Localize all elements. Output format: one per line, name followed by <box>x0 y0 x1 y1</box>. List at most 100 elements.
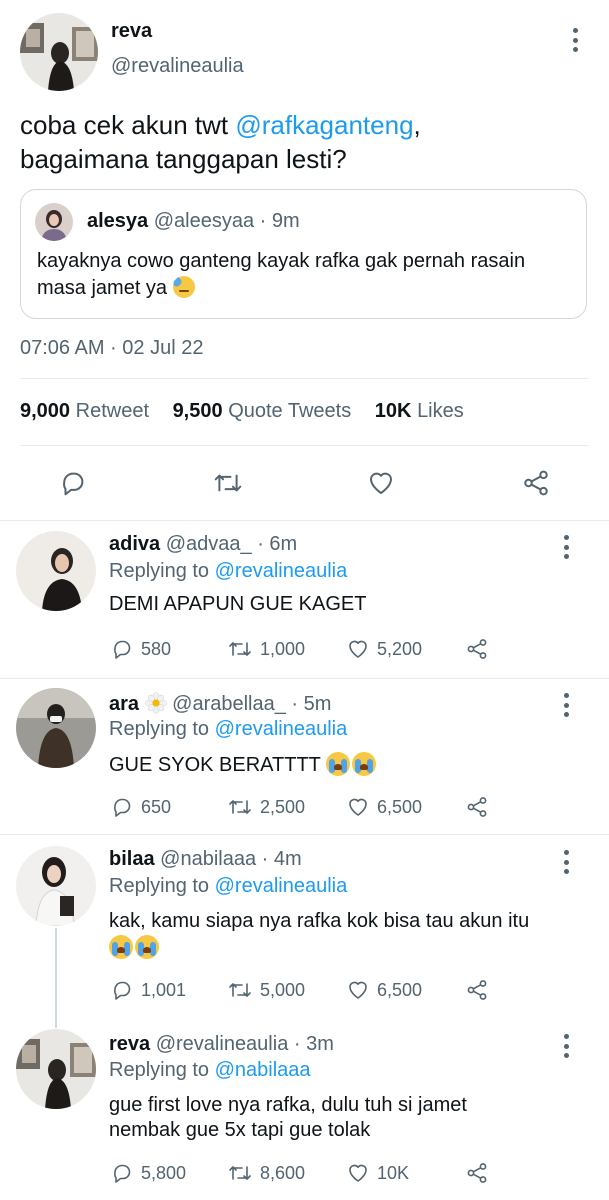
like-label[interactable]: Likes <box>417 400 464 422</box>
retweet-button[interactable]: 1,000 <box>226 637 305 661</box>
retweet-button[interactable]: 5,000 <box>226 978 305 1002</box>
replying-to: Replying to @revalineaulia <box>109 560 347 583</box>
retweet-icon <box>229 642 251 656</box>
like-button[interactable]: 6,500 <box>345 795 422 819</box>
replying-label: Replying to <box>109 718 210 740</box>
reply-button[interactable]: 1,001 <box>109 978 186 1002</box>
more-vertical-icon[interactable] <box>562 535 570 559</box>
share-button[interactable] <box>464 637 496 661</box>
avatar[interactable] <box>16 1029 96 1109</box>
handle[interactable]: @revalineaulia <box>156 1033 289 1055</box>
like-button[interactable]: 6,500 <box>345 978 422 1002</box>
retweet-icon[interactable] <box>212 468 244 503</box>
display-name[interactable]: reva <box>111 20 152 43</box>
tweet-text-part1: coba cek akun twt <box>20 110 236 140</box>
loudly-crying-emoji-icon <box>352 752 377 776</box>
handle[interactable]: @revalineaulia <box>111 55 244 78</box>
quoted-tweet[interactable]: alesya @aleesyaa · 9m kayaknya cowo gant… <box>20 189 587 319</box>
tweet-text: coba cek akun twt @rafkaganteng, bagaima… <box>20 108 580 176</box>
reply-count: 1,001 <box>141 979 187 1000</box>
reply-actions: 580 1,000 5,200 <box>109 637 499 661</box>
like-count[interactable]: 10K <box>375 400 412 422</box>
retweet-button[interactable]: 8,600 <box>226 1161 305 1185</box>
display-name[interactable]: reva <box>109 1033 150 1055</box>
share-button[interactable] <box>464 1161 496 1185</box>
divider <box>20 378 589 379</box>
time: 3m <box>306 1033 334 1055</box>
quoted-handle[interactable]: @aleesyaa <box>154 210 254 232</box>
quoted-text-line1: kayaknya cowo ganteng kayak rafka gak pe… <box>37 250 526 272</box>
replying-handle[interactable]: @nabilaaa <box>215 1059 311 1081</box>
quoted-avatar[interactable] <box>35 203 73 241</box>
display-name[interactable]: bilaa <box>109 848 155 870</box>
time: 5m <box>303 693 332 715</box>
reply-tweet: bilaa @nabilaaa · 4m Replying to @revali… <box>0 835 609 1020</box>
replying-handle[interactable]: @revalineaulia <box>215 875 348 897</box>
like-count: 6,500 <box>377 979 423 1000</box>
heart-icon[interactable] <box>366 468 396 503</box>
reply-button[interactable]: 5,800 <box>109 1161 186 1185</box>
timestamp[interactable]: 07:06 AM · 02 Jul 22 <box>20 337 203 360</box>
handle[interactable]: @arabellaa_ <box>172 693 286 715</box>
tweet-text-part2: , <box>413 110 421 140</box>
replying-to: Replying to @revalineaulia <box>109 875 347 898</box>
separator-dot: · <box>251 533 270 555</box>
quote-count[interactable]: 9,500 <box>173 400 223 422</box>
like-count: 10K <box>377 1162 410 1183</box>
reply-button[interactable]: 650 <box>109 795 171 819</box>
more-vertical-icon[interactable] <box>562 1034 570 1058</box>
display-name[interactable]: ara <box>109 693 139 715</box>
avatar[interactable] <box>16 688 96 768</box>
reply-header: adiva @advaa_ · 6m <box>109 533 297 556</box>
replying-to: Replying to @nabilaaa <box>109 1059 311 1082</box>
mention-link[interactable]: @rafkaganteng <box>235 110 413 140</box>
quote-label[interactable]: Quote Tweets <box>228 400 351 422</box>
retweet-icon <box>229 983 251 997</box>
retweet-count: 2,500 <box>260 796 306 817</box>
downcast-sweat-emoji-icon <box>172 276 195 298</box>
reply-icon[interactable] <box>58 468 88 503</box>
handle[interactable]: @nabilaaa <box>160 848 256 870</box>
retweet-count: 1,000 <box>260 638 306 659</box>
reply-text-content: kak, kamu siapa nya rafka kok bisa tau a… <box>109 910 530 932</box>
reply-tweet: reva @revalineaulia · 3m Replying to @na… <box>0 1020 609 1200</box>
retweet-button[interactable]: 2,500 <box>226 795 305 819</box>
share-button[interactable] <box>464 978 496 1002</box>
quoted-time: 9m <box>271 210 300 232</box>
reply-tweet: ara @arabellaa_ · 5m Replying to @revali… <box>0 679 609 834</box>
avatar[interactable] <box>16 531 96 611</box>
like-button[interactable]: 10K <box>345 1161 409 1185</box>
cutoff-next-content <box>109 1192 389 1200</box>
reply-text-line1: gue first love nya rafka, dulu tuh si ja… <box>109 1094 467 1116</box>
replying-handle[interactable]: @revalineaulia <box>215 718 348 740</box>
loudly-crying-emoji-icon <box>135 935 159 959</box>
reply-header: reva @revalineaulia · 3m <box>109 1033 334 1056</box>
reply-count: 650 <box>141 796 172 817</box>
reply-button[interactable]: 580 <box>109 637 171 661</box>
avatar[interactable] <box>16 846 96 926</box>
more-vertical-icon[interactable] <box>562 850 570 874</box>
reply-text: kak, kamu siapa nya rafka kok bisa tau a… <box>109 908 579 962</box>
more-vertical-icon[interactable] <box>562 693 570 717</box>
heart-icon <box>349 640 367 658</box>
reply-actions: 650 2,500 6,500 <box>109 795 499 819</box>
tweet-text-line2: bagaimana tanggapan lesti? <box>20 144 347 174</box>
replying-label: Replying to <box>109 1059 210 1081</box>
share-icon <box>467 639 487 659</box>
replying-handle[interactable]: @revalineaulia <box>215 560 348 582</box>
heart-icon <box>349 798 367 816</box>
retweet-count[interactable]: 9,000 <box>20 400 70 422</box>
avatar[interactable] <box>20 13 98 91</box>
share-icon <box>467 797 487 817</box>
handle[interactable]: @advaa_ <box>166 533 252 555</box>
like-button[interactable]: 5,200 <box>345 637 422 661</box>
retweet-label[interactable]: Retweet <box>76 400 149 422</box>
share-button[interactable] <box>464 795 496 819</box>
share-icon <box>467 980 487 1000</box>
quoted-name[interactable]: alesya <box>87 210 148 232</box>
reply-header: bilaa @nabilaaa · 4m <box>109 848 302 871</box>
separator-dot: · <box>256 848 274 870</box>
display-name[interactable]: adiva <box>109 533 160 555</box>
more-vertical-icon[interactable] <box>571 28 579 52</box>
share-icon[interactable] <box>521 468 551 503</box>
